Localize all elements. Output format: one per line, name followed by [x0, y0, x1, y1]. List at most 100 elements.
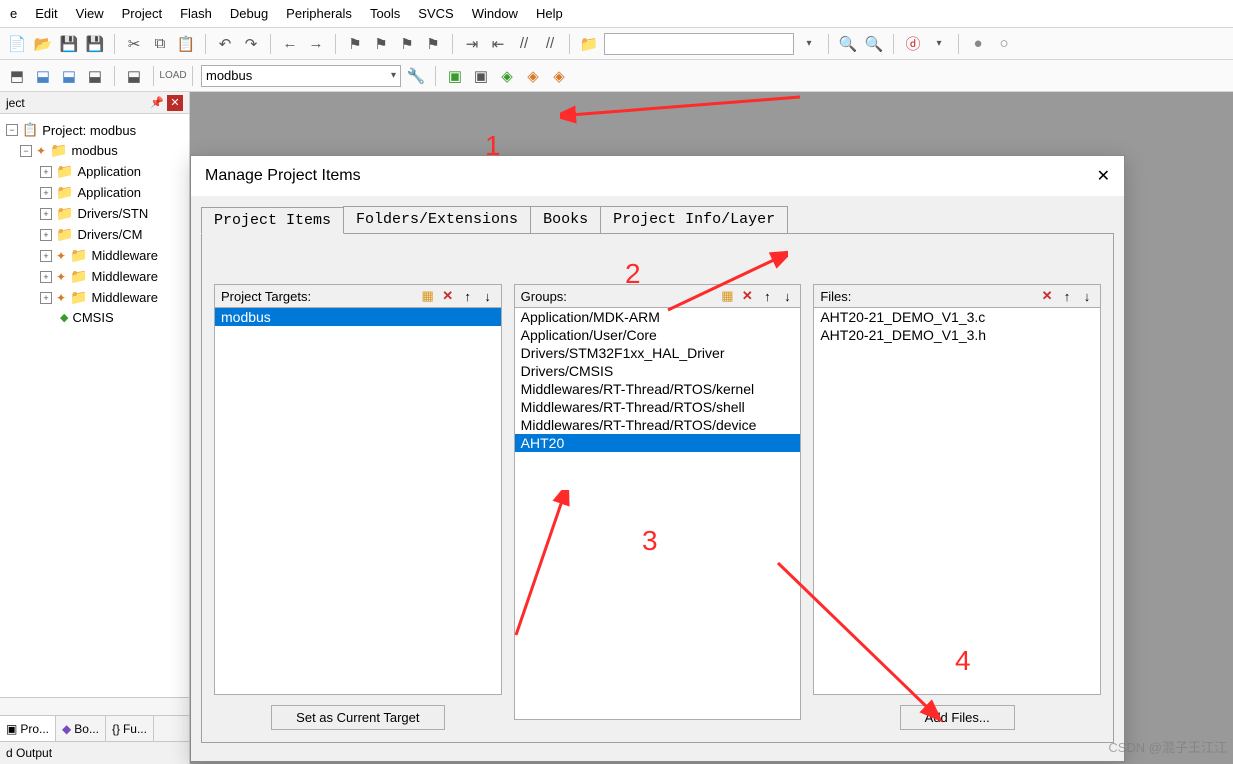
manage-components-icon[interactable]: ▣ [470, 65, 492, 87]
target-select[interactable]: modbus ▾ [201, 65, 401, 87]
tree-group[interactable]: +✦📁Middleware [2, 245, 187, 266]
menu-item[interactable]: Flash [180, 6, 212, 21]
sidebar-tab-functions[interactable]: {}Fu... [106, 716, 154, 741]
set-current-target-button[interactable]: Set as Current Target [271, 705, 444, 730]
sidebar-tab-project[interactable]: ▣Pro... [0, 716, 56, 741]
open-icon[interactable]: 📂 [32, 33, 54, 55]
delete-icon[interactable]: ✕ [439, 287, 457, 305]
tree-group[interactable]: +📁Drivers/CM [2, 224, 187, 245]
move-down-icon[interactable]: ↓ [1078, 287, 1096, 305]
find-files-icon[interactable]: 🔍 [863, 33, 885, 55]
cut-icon[interactable]: ✂ [123, 33, 145, 55]
comment-icon[interactable]: // [513, 33, 535, 55]
list-item[interactable]: Drivers/CMSIS [515, 362, 801, 380]
breakpoint-disable-icon[interactable]: ○ [993, 33, 1015, 55]
list-item[interactable]: modbus [215, 308, 501, 326]
tree-cmsis[interactable]: ◆CMSIS [2, 308, 187, 327]
undo-icon[interactable]: ↶ [214, 33, 236, 55]
tab-folders-extensions[interactable]: Folders/Extensions [343, 206, 531, 233]
project-tree[interactable]: − 📋 Project: modbus − ✦ 📁 modbus +📁Appli… [0, 114, 189, 697]
uncomment-icon[interactable]: // [539, 33, 561, 55]
list-item[interactable]: Middlewares/RT-Thread/RTOS/kernel [515, 380, 801, 398]
delete-icon[interactable]: ✕ [738, 287, 756, 305]
delete-icon[interactable]: ✕ [1038, 287, 1056, 305]
menu-item[interactable]: Debug [230, 6, 268, 21]
download-icon[interactable]: LOAD [162, 65, 184, 87]
menu-item[interactable]: Tools [370, 6, 400, 21]
list-item[interactable]: Middlewares/RT-Thread/RTOS/shell [515, 398, 801, 416]
bookmark-prev-icon[interactable]: ⚑ [370, 33, 392, 55]
save-all-icon[interactable]: 💾 [84, 33, 106, 55]
new-item-icon[interactable]: ▦ [718, 287, 736, 305]
targets-list[interactable]: modbus [214, 307, 502, 695]
stop-build-icon[interactable]: ⬓ [123, 65, 145, 87]
new-file-icon[interactable]: 📄 [6, 33, 28, 55]
close-icon[interactable]: ✕ [167, 95, 183, 111]
manage-targets-icon[interactable]: ▣ [444, 65, 466, 87]
move-up-icon[interactable]: ↑ [1058, 287, 1076, 305]
options-icon[interactable]: 🔧 [405, 65, 427, 87]
copy-icon[interactable]: ⧉ [149, 33, 171, 55]
paste-icon[interactable]: 📋 [175, 33, 197, 55]
menu-item[interactable]: Edit [35, 6, 57, 21]
list-item[interactable]: Application/User/Core [515, 326, 801, 344]
folder-option-icon[interactable]: 📁 [578, 33, 600, 55]
tree-target[interactable]: − ✦ 📁 modbus [2, 140, 187, 161]
list-item[interactable]: Middlewares/RT-Thread/RTOS/device [515, 416, 801, 434]
move-up-icon[interactable]: ↑ [758, 287, 776, 305]
translate-icon[interactable]: ⬒ [6, 65, 28, 87]
new-item-icon[interactable]: ▦ [419, 287, 437, 305]
debug-icon[interactable]: ⓓ [902, 33, 924, 55]
expand-icon[interactable]: + [40, 229, 52, 241]
bookmark-next-icon[interactable]: ⚑ [396, 33, 418, 55]
chevron-down-icon[interactable]: ▾ [928, 33, 950, 55]
nav-fwd-icon[interactable]: → [305, 33, 327, 55]
bookmark-icon[interactable]: ⚑ [344, 33, 366, 55]
indent-icon[interactable]: ⇥ [461, 33, 483, 55]
find-icon[interactable]: 🔍 [837, 33, 859, 55]
collapse-icon[interactable]: − [6, 124, 18, 136]
sidebar-tab-books[interactable]: ◆Bo... [56, 716, 106, 741]
tab-books[interactable]: Books [530, 206, 601, 233]
menu-item[interactable]: View [76, 6, 104, 21]
redo-icon[interactable]: ↷ [240, 33, 262, 55]
chevron-down-icon[interactable]: ▾ [798, 33, 820, 55]
list-item[interactable]: Application/MDK-ARM [515, 308, 801, 326]
move-up-icon[interactable]: ↑ [459, 287, 477, 305]
tree-group[interactable]: +✦📁Middleware [2, 287, 187, 308]
batch-build-icon[interactable]: ⬓ [84, 65, 106, 87]
pack-installer-icon[interactable]: ◈ [496, 65, 518, 87]
expand-icon[interactable]: + [40, 292, 52, 304]
close-icon[interactable]: ✕ [1097, 166, 1110, 186]
groups-list[interactable]: Application/MDK-ARM Application/User/Cor… [514, 307, 802, 720]
tree-group[interactable]: +📁Application [2, 182, 187, 203]
tree-group[interactable]: +✦📁Middleware [2, 266, 187, 287]
tab-project-items[interactable]: Project Items [201, 207, 344, 234]
manage-layers-icon[interactable]: ◈ [548, 65, 570, 87]
expand-icon[interactable]: + [40, 208, 52, 220]
save-icon[interactable]: 💾 [58, 33, 80, 55]
menu-item[interactable]: SVCS [418, 6, 453, 21]
collapse-icon[interactable]: − [20, 145, 32, 157]
manage-rte-icon[interactable]: ◈ [522, 65, 544, 87]
menu-item[interactable]: Help [536, 6, 563, 21]
tree-group[interactable]: +📁Application [2, 161, 187, 182]
outdent-icon[interactable]: ⇤ [487, 33, 509, 55]
move-down-icon[interactable]: ↓ [479, 287, 497, 305]
pin-icon[interactable]: 📌 [149, 95, 165, 111]
rebuild-icon[interactable]: ⬓ [58, 65, 80, 87]
menu-item[interactable]: Peripherals [286, 6, 352, 21]
expand-icon[interactable]: + [40, 271, 52, 283]
move-down-icon[interactable]: ↓ [778, 287, 796, 305]
expand-icon[interactable]: + [40, 187, 52, 199]
tree-root[interactable]: − 📋 Project: modbus [2, 120, 187, 140]
breakpoint-icon[interactable]: ● [967, 33, 989, 55]
list-item[interactable]: Drivers/STM32F1xx_HAL_Driver [515, 344, 801, 362]
expand-icon[interactable]: + [40, 166, 52, 178]
menu-item[interactable]: Project [122, 6, 162, 21]
bookmark-clear-icon[interactable]: ⚑ [422, 33, 444, 55]
list-item[interactable]: AHT20 [515, 434, 801, 452]
menu-item[interactable]: e [10, 6, 17, 21]
list-item[interactable]: AHT20-21_DEMO_V1_3.c [814, 308, 1100, 326]
add-files-button[interactable]: Add Files... [900, 705, 1015, 730]
